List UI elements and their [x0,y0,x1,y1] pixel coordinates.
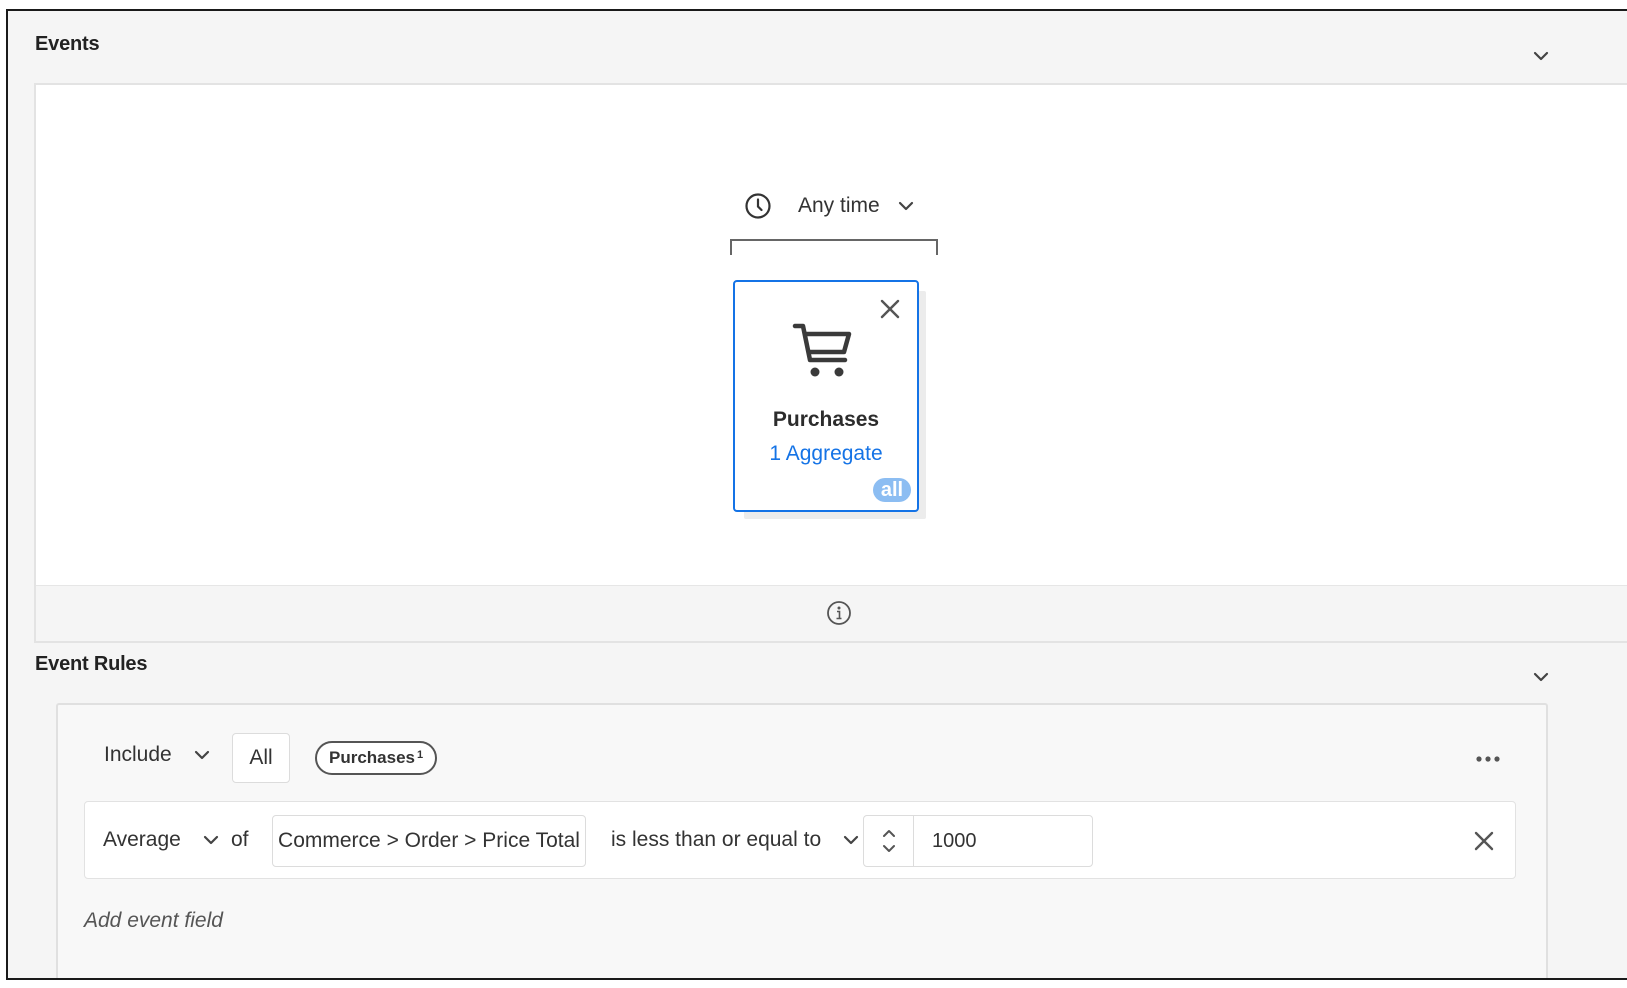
segment-builder-panel: Events Any time Purchases 1 Aggregate al… [6,9,1627,980]
aggregate-function-dropdown[interactable]: Average [103,828,221,852]
events-collapse-chevron-down-icon[interactable] [1530,45,1552,67]
info-icon[interactable] [825,599,853,627]
stepper-icon [883,830,895,852]
event-pill-purchases[interactable]: Purchases 1 [315,741,438,775]
stepper-arrows[interactable] [864,816,914,866]
time-constraint-dropdown[interactable]: Any time [744,189,916,223]
event-card-purchases[interactable]: Purchases 1 Aggregate all [733,280,919,512]
event-rule-row: Average of Commerce > Order > Price Tota… [84,801,1516,879]
value-stepper [863,815,1093,867]
all-badge: all [873,478,911,502]
event-group-bracket [730,239,938,255]
operator-dropdown-label: is less than or equal to [611,828,822,851]
events-section-title: Events [35,33,100,55]
close-icon[interactable] [877,296,903,322]
time-constraint-label: Any time [798,194,880,217]
chevron-down-icon [844,835,859,845]
all-button[interactable]: All [232,733,290,783]
chevron-down-icon [203,835,218,845]
shopping-cart-icon [792,323,852,377]
more-icon[interactable] [1473,749,1503,769]
event-pill-label: Purchases [329,748,415,767]
event-rules-panel: Include All Purchases1 Average of Comme [56,703,1548,978]
chevron-down-icon [194,750,209,760]
remove-rule-close-icon[interactable] [1471,828,1497,854]
operator-dropdown[interactable]: is less than or equal to [611,828,861,852]
field-selector[interactable]: Commerce > Order > Price Total [272,815,586,867]
events-canvas-footer [36,585,1627,641]
rule-header-row: Include All Purchases 1 [58,731,1546,783]
event-pill-count: 1 [417,749,424,761]
add-event-field-link[interactable]: Add event field [84,909,223,933]
events-canvas: Any time Purchases 1 Aggregate all [34,83,1627,643]
aggregate-link[interactable]: 1 Aggregate [735,442,917,466]
value-input[interactable] [914,816,1092,866]
event-rules-collapse-chevron-down-icon[interactable] [1530,666,1552,688]
include-dropdown-label: Include [104,743,172,766]
chevron-down-icon [898,201,913,211]
of-label: of [231,828,249,851]
include-dropdown[interactable]: Include [104,743,212,767]
clock-icon [745,193,771,219]
aggregate-function-label: Average [103,828,181,851]
event-card-title: Purchases [772,408,880,431]
event-rules-section-title: Event Rules [35,653,148,675]
